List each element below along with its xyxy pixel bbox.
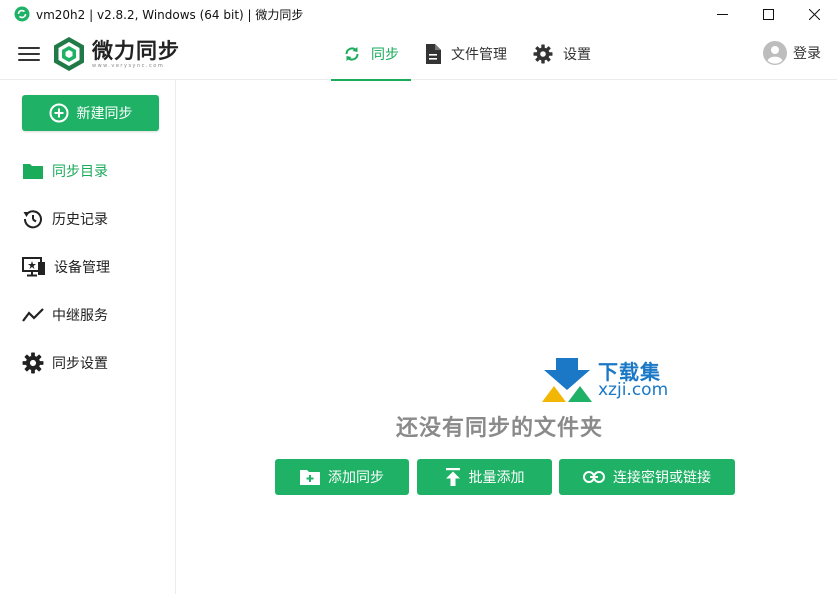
sync-icon <box>345 47 359 61</box>
tab-file-management-label: 文件管理 <box>451 47 507 63</box>
close-button[interactable] <box>791 0 837 28</box>
user-avatar-icon <box>763 41 787 65</box>
close-icon <box>808 8 820 20</box>
hamburger-menu-button[interactable] <box>18 44 40 64</box>
verysync-logo-icon <box>54 37 84 71</box>
sidebar-item-devices[interactable]: 设备管理 <box>22 254 162 280</box>
history-icon <box>23 210 42 229</box>
tab-sync-label: 同步 <box>371 47 399 63</box>
watermark: 下载集 xzji.com <box>540 356 680 404</box>
folder-icon <box>23 164 43 179</box>
tab-sync[interactable]: 同步 <box>331 28 411 81</box>
logo-url: www.verysync.com <box>92 63 165 69</box>
gear-icon <box>533 44 553 64</box>
sidebar-item-sync-settings[interactable]: 同步设置 <box>22 350 162 376</box>
add-sync-label: 添加同步 <box>328 470 384 486</box>
sidebar-item-label: 历史记录 <box>52 212 108 228</box>
window-title: vm20h2 | v2.8.2, Windows (64 bit) | 微力同步 <box>36 7 304 22</box>
minimize-button[interactable] <box>699 0 745 28</box>
watermark-url: xzji.com <box>598 380 669 400</box>
main-nav: 同步 文件管理 设置 <box>331 28 605 81</box>
sidebar-item-label: 同步目录 <box>52 164 108 180</box>
maximize-icon <box>762 8 774 20</box>
sidebar-item-sync-folders[interactable]: 同步目录 <box>22 158 162 184</box>
menu-icon-bar <box>18 59 40 61</box>
new-sync-label: 新建同步 <box>76 106 133 122</box>
menu-icon-bar <box>18 47 40 49</box>
add-sync-button[interactable]: 添加同步 <box>275 459 409 495</box>
brand-logo: 微力同步 www.verysync.com <box>52 36 180 72</box>
new-sync-button[interactable]: 新建同步 <box>22 95 159 131</box>
app-logo-icon <box>14 6 30 22</box>
sidebar: 新建同步 同步目录 历史记录 设备管理 中继服务 同步设置 <box>0 80 176 594</box>
sidebar-item-label: 设备管理 <box>54 260 110 276</box>
minimize-icon <box>716 13 728 15</box>
connect-key-link-button[interactable]: 连接密钥或链接 <box>559 459 735 495</box>
watermark-logo-icon <box>542 358 592 402</box>
maximize-button[interactable] <box>745 0 791 28</box>
batch-add-button[interactable]: 批量添加 <box>417 459 552 495</box>
gear-icon <box>22 352 44 374</box>
document-icon <box>426 44 441 64</box>
sidebar-item-label: 中继服务 <box>52 308 108 324</box>
sidebar-item-relay[interactable]: 中继服务 <box>22 302 162 328</box>
login-button[interactable]: 登录 <box>763 41 821 65</box>
device-icon <box>22 257 45 277</box>
window-controls <box>699 0 837 28</box>
sidebar-item-history[interactable]: 历史记录 <box>22 206 162 232</box>
menu-icon-bar <box>18 53 40 55</box>
folder-add-icon <box>300 470 320 485</box>
tab-settings-label: 设置 <box>563 47 591 63</box>
link-icon <box>583 471 605 483</box>
app-header: 微力同步 www.verysync.com 同步 文件管理 设置 登录 <box>0 28 837 81</box>
tab-settings[interactable]: 设置 <box>521 28 603 80</box>
batch-add-label: 批量添加 <box>468 470 525 486</box>
connect-key-link-label: 连接密钥或链接 <box>613 470 711 486</box>
logo-name: 微力同步 <box>92 39 180 63</box>
empty-state-message: 还没有同步的文件夹 <box>396 416 604 441</box>
tab-file-management[interactable]: 文件管理 <box>413 28 519 80</box>
login-label: 登录 <box>793 46 821 62</box>
upload-icon <box>445 468 460 486</box>
relay-icon <box>22 308 44 322</box>
sidebar-item-label: 同步设置 <box>52 356 108 372</box>
plus-circle-icon <box>49 103 68 123</box>
window-titlebar: vm20h2 | v2.8.2, Windows (64 bit) | 微力同步 <box>0 0 837 28</box>
